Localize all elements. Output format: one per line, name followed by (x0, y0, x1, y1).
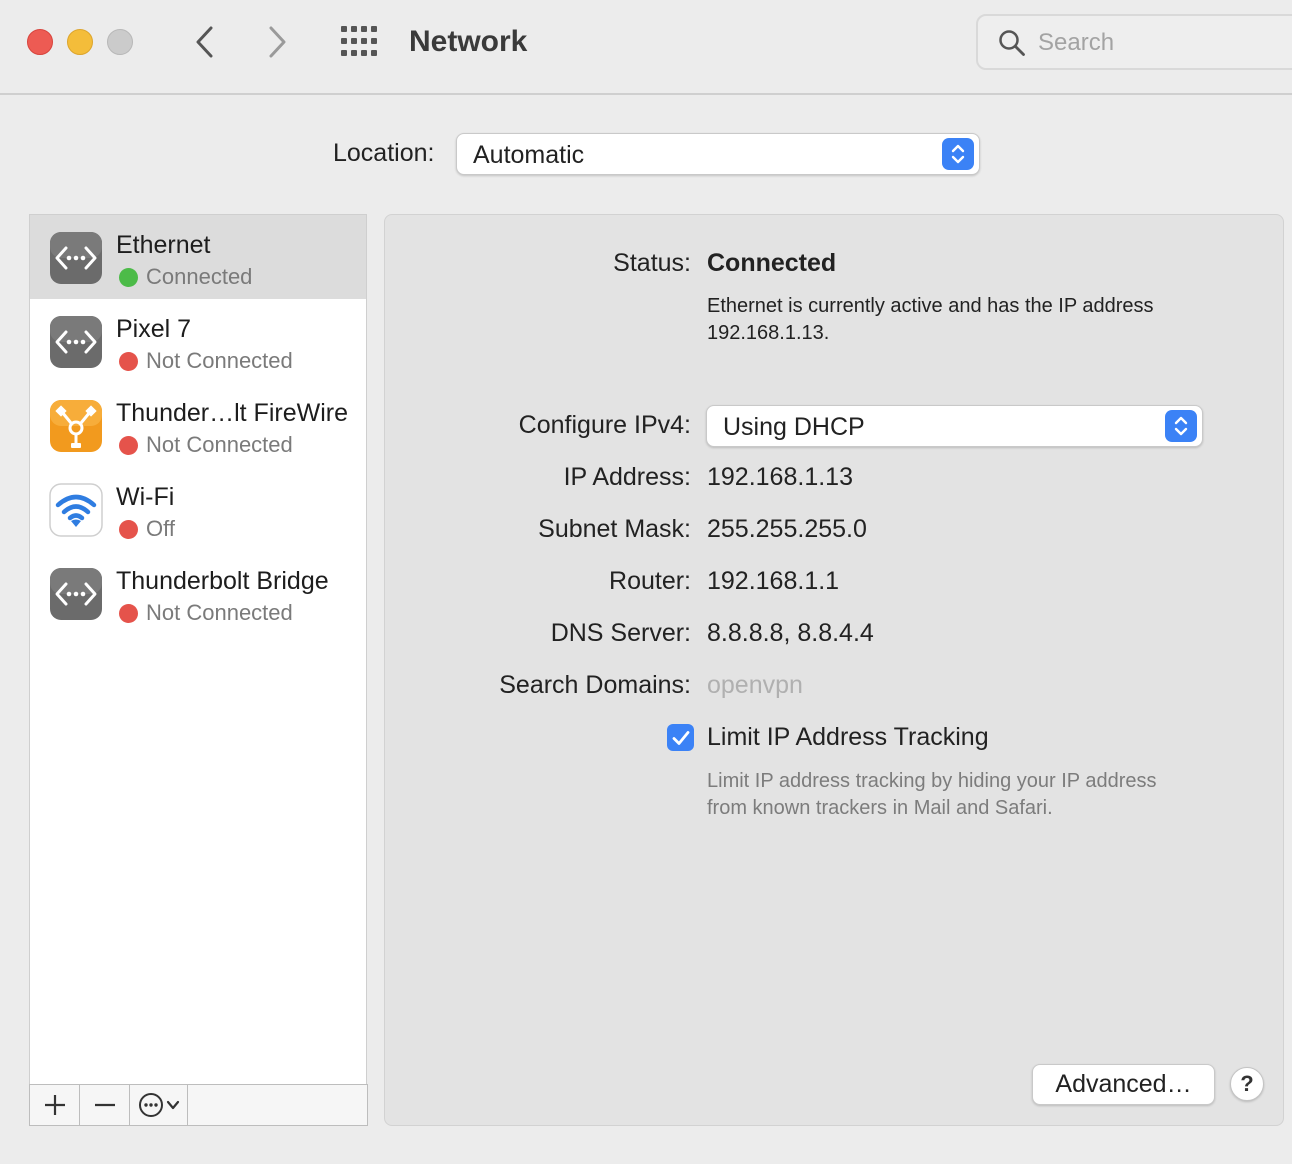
search-domains-value: openvpn (707, 671, 803, 699)
service-item-wi-fi[interactable]: Wi-Fi Off (30, 467, 366, 551)
limit-ip-tracking-description: Limit IP address tracking by hiding your… (707, 770, 1157, 819)
service-item-ethernet[interactable]: Ethernet Connected (30, 215, 366, 299)
service-name: Ethernet (116, 231, 211, 259)
service-name: Thunderbolt Bridge (116, 567, 329, 595)
service-list-toolbar (29, 1084, 368, 1126)
service-status: Not Connected (146, 432, 293, 457)
service-status: Not Connected (146, 348, 293, 373)
search-field[interactable] (976, 14, 1292, 70)
search-domains-label: Search Domains: (499, 671, 691, 699)
location-popup[interactable]: Automatic (456, 133, 980, 175)
popup-stepper (942, 138, 974, 170)
service-item-firewire[interactable]: Thunder…lt FireWire Not Connected (30, 383, 366, 467)
minus-icon (94, 1103, 115, 1107)
chevron-right-icon (269, 26, 286, 58)
chevron-left-icon (196, 26, 213, 58)
search-icon (999, 30, 1025, 56)
forward-button[interactable] (258, 22, 298, 62)
service-name: Pixel 7 (116, 315, 192, 343)
status-indicator (119, 604, 138, 623)
popup-stepper (1165, 410, 1197, 442)
ethernet-icon (49, 315, 103, 369)
ethernet-icon (49, 231, 103, 285)
status-indicator (119, 436, 138, 455)
service-status: Not Connected (146, 600, 293, 625)
service-name: Thunder…lt FireWire (116, 399, 348, 427)
help-button[interactable]: ? (1230, 1067, 1264, 1101)
status-indicator (119, 352, 138, 371)
configure-ipv4-value: Using DHCP (723, 413, 865, 441)
wifi-icon (49, 483, 103, 537)
configure-ipv4-label: Configure IPv4: (518, 411, 691, 439)
service-status: Off (146, 516, 175, 541)
service-list: Ethernet Connected Pixel 7 Not Connected (29, 214, 367, 1085)
ellipsis-circle-icon (138, 1093, 163, 1117)
dns-server-value: 8.8.8.8, 8.8.4.4 (707, 619, 874, 647)
advanced-button[interactable]: Advanced… (1032, 1064, 1215, 1105)
subnet-mask-value: 255.255.255.0 (707, 515, 867, 543)
dns-server-label: DNS Server: (550, 619, 691, 647)
up-down-chevron-icon (951, 144, 965, 164)
close-window-button[interactable] (27, 29, 53, 55)
back-button[interactable] (184, 22, 224, 62)
limit-ip-tracking-label[interactable]: Limit IP Address Tracking (707, 721, 989, 753)
chevron-down-icon (166, 1100, 179, 1110)
limit-ip-tracking-checkbox[interactable] (667, 724, 694, 751)
router-label: Router: (609, 567, 691, 595)
action-menu-button[interactable] (130, 1085, 188, 1125)
show-all-preferences-button[interactable] (340, 25, 378, 57)
router-value: 192.168.1.1 (707, 567, 840, 595)
up-down-chevron-icon (1174, 416, 1188, 436)
zoom-window-button[interactable] (107, 29, 133, 55)
add-service-button[interactable] (30, 1085, 80, 1125)
service-item-pixel-7[interactable]: Pixel 7 Not Connected (30, 299, 366, 383)
service-item-thunderbolt-bridge[interactable]: Thunderbolt Bridge Not Connected (30, 551, 366, 635)
status-value: Connected (707, 249, 837, 277)
configure-ipv4-popup[interactable]: Using DHCP (706, 405, 1203, 447)
checkmark-icon (672, 730, 689, 745)
status-indicator (119, 520, 138, 539)
subnet-mask-label: Subnet Mask: (538, 515, 691, 543)
location-label: Location: (333, 139, 435, 167)
title-bar: Network (0, 0, 1292, 95)
location-value: Automatic (473, 141, 585, 169)
grid-icon (341, 26, 377, 56)
ip-address-label: IP Address: (563, 463, 691, 491)
search-input[interactable] (1038, 26, 1278, 60)
service-name: Wi-Fi (116, 483, 175, 511)
remove-service-button[interactable] (80, 1085, 130, 1125)
plus-icon (44, 1095, 65, 1115)
firewire-icon (49, 399, 103, 453)
status-description: Ethernet is currently active and has the… (707, 295, 1154, 344)
window-title: Network (409, 25, 528, 58)
ip-address-value: 192.168.1.13 (707, 463, 853, 491)
service-status: Connected (146, 264, 253, 289)
service-detail-panel: Status: Connected Ethernet is currently … (384, 214, 1284, 1126)
status-label: Status: (613, 249, 691, 277)
minimize-window-button[interactable] (67, 29, 93, 55)
status-indicator (119, 268, 138, 287)
ethernet-icon (49, 567, 103, 621)
